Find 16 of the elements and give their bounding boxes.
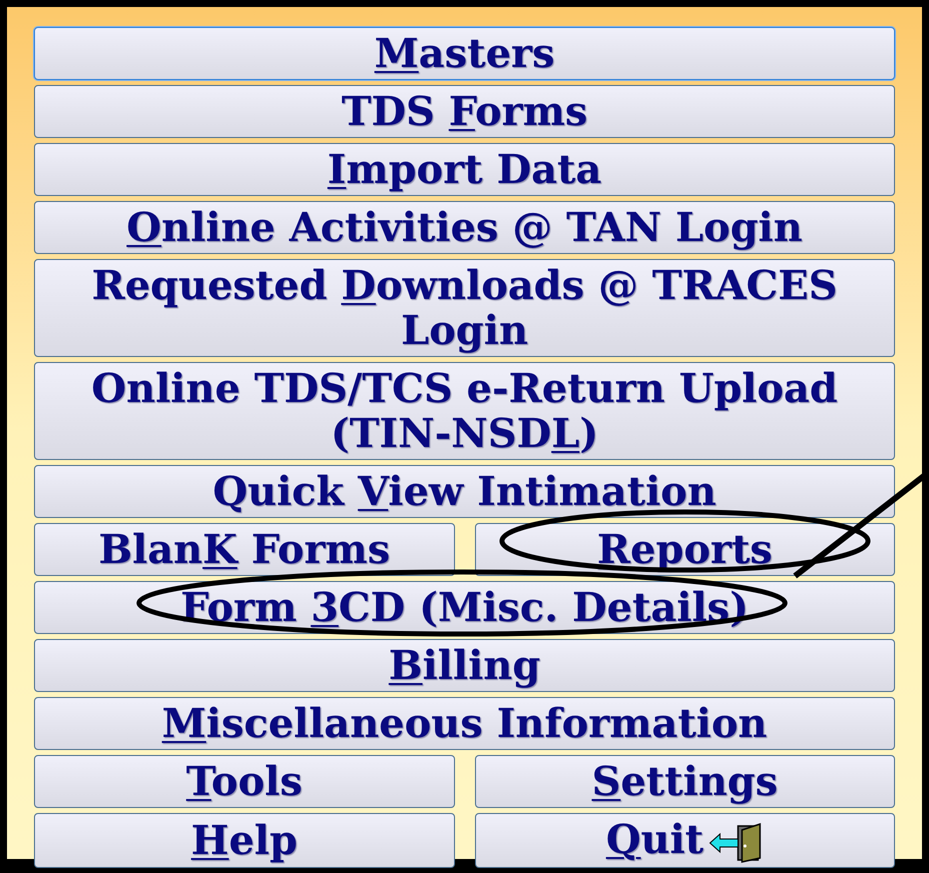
exit-door-icon xyxy=(708,822,764,864)
menu-button[interactable]: Quick View Intimation xyxy=(34,465,895,518)
menu-button[interactable]: Masters xyxy=(34,27,895,80)
menu-button[interactable]: Settings xyxy=(474,755,895,808)
menu-button[interactable]: Help xyxy=(34,813,454,868)
menu-button[interactable]: Tools xyxy=(34,755,454,808)
menu-button[interactable]: Online Activities @ TAN Login xyxy=(34,201,895,254)
menu-button[interactable]: Billing xyxy=(34,639,895,692)
menu-button[interactable]: TDS Forms xyxy=(34,85,895,138)
menu-button[interactable]: Online TDS/TCS e-Return Upload (TIN-NSDL) xyxy=(34,362,895,460)
menu-button[interactable]: Miscellaneous Information xyxy=(34,697,895,750)
menu-button[interactable]: Quit xyxy=(474,813,895,868)
menu-button[interactable]: Form 3CD (Misc. Details) xyxy=(34,581,895,634)
menu-button[interactable]: Import Data xyxy=(34,143,895,196)
menu-button[interactable]: BlanK Forms xyxy=(34,523,454,576)
menu-button[interactable]: Requested Downloads @ TRACES Login xyxy=(34,259,895,357)
